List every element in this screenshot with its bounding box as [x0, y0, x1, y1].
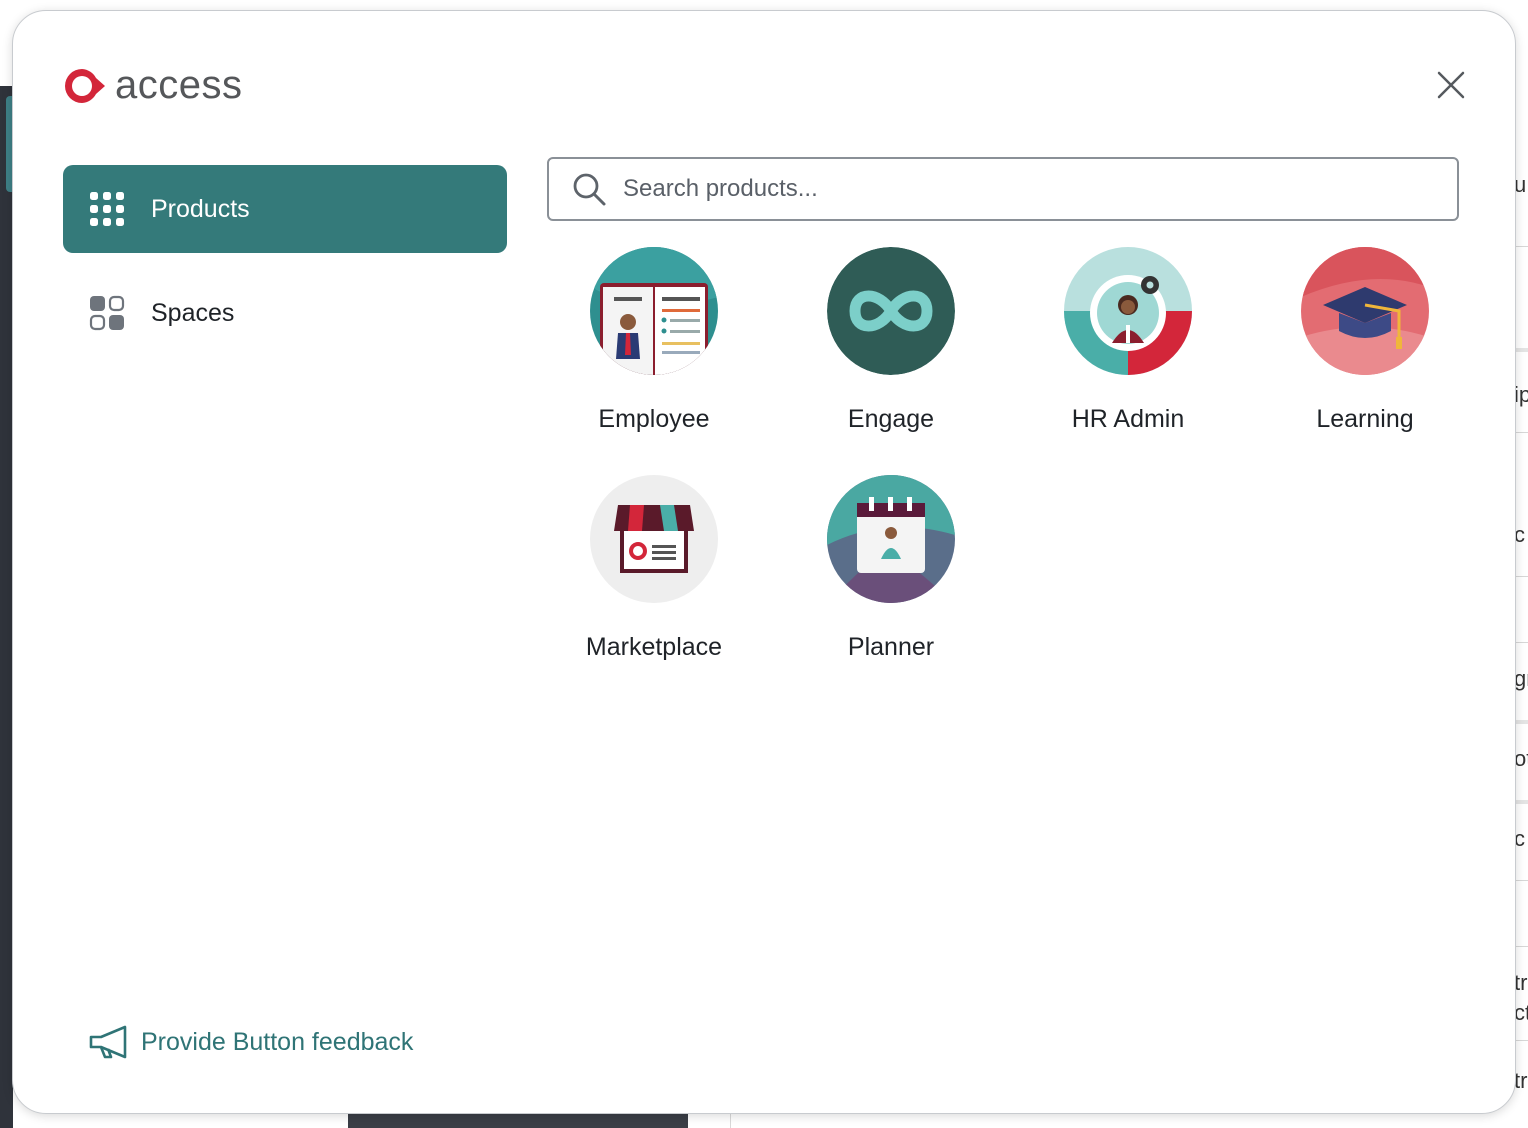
product-switcher-dialog: access Products Spaces Search products..… [12, 10, 1516, 1114]
sidebar-item-spaces[interactable]: Spaces [63, 269, 507, 357]
background-cell-text: ct [1514, 1000, 1528, 1025]
hr-admin-app-icon [1064, 247, 1192, 375]
grid-dots-icon [90, 192, 124, 226]
megaphone-icon [89, 1025, 127, 1059]
product-label: HR Admin [1071, 405, 1185, 433]
planner-app-icon [827, 475, 955, 603]
background-cell-text: u [1514, 172, 1527, 197]
product-label: Learning [1316, 405, 1414, 433]
product-label: Engage [847, 405, 935, 433]
background-cell-text: c [1514, 522, 1525, 547]
brand-name: access [115, 63, 243, 107]
learning-app-icon [1301, 247, 1429, 375]
background-cell-text: tr [1514, 1068, 1528, 1093]
search-input[interactable] [621, 174, 1405, 204]
background-cell-text: ot [1514, 746, 1528, 771]
employee-app-icon [590, 247, 718, 375]
background-cell-text: ip [1514, 382, 1528, 407]
access-logo-icon [65, 68, 105, 103]
access-logo: access [61, 63, 243, 108]
product-tile-learning[interactable]: Learning [1265, 247, 1465, 434]
close-icon[interactable] [1435, 69, 1467, 101]
search-box[interactable] [547, 157, 1459, 221]
product-tile-marketplace[interactable]: Marketplace [554, 475, 754, 662]
background-cell-text: gr [1514, 666, 1528, 691]
product-label: Planner [847, 633, 935, 661]
product-tile-engage[interactable]: Engage [791, 247, 991, 434]
marketplace-app-icon [590, 475, 718, 603]
background-cell-text: tr [1514, 970, 1528, 995]
background-cell-text: c [1514, 826, 1525, 851]
product-tile-planner[interactable]: Planner [791, 475, 991, 662]
product-label: Employee [598, 405, 710, 433]
product-label: Marketplace [585, 633, 723, 661]
spaces-icon [89, 295, 125, 331]
engage-app-icon [827, 247, 955, 375]
sidebar-item-label: Products [151, 194, 250, 223]
feedback-label: Provide Button feedback [141, 1027, 414, 1056]
sidebar-item-label: Spaces [151, 298, 235, 327]
provide-feedback-link[interactable]: Provide Button feedback [87, 1023, 413, 1061]
sidebar-item-products[interactable]: Products [63, 165, 507, 253]
product-tile-employee[interactable]: Employee [554, 247, 754, 434]
search-icon [573, 173, 606, 206]
product-tile-hr-admin[interactable]: HR Admin [1028, 247, 1228, 434]
